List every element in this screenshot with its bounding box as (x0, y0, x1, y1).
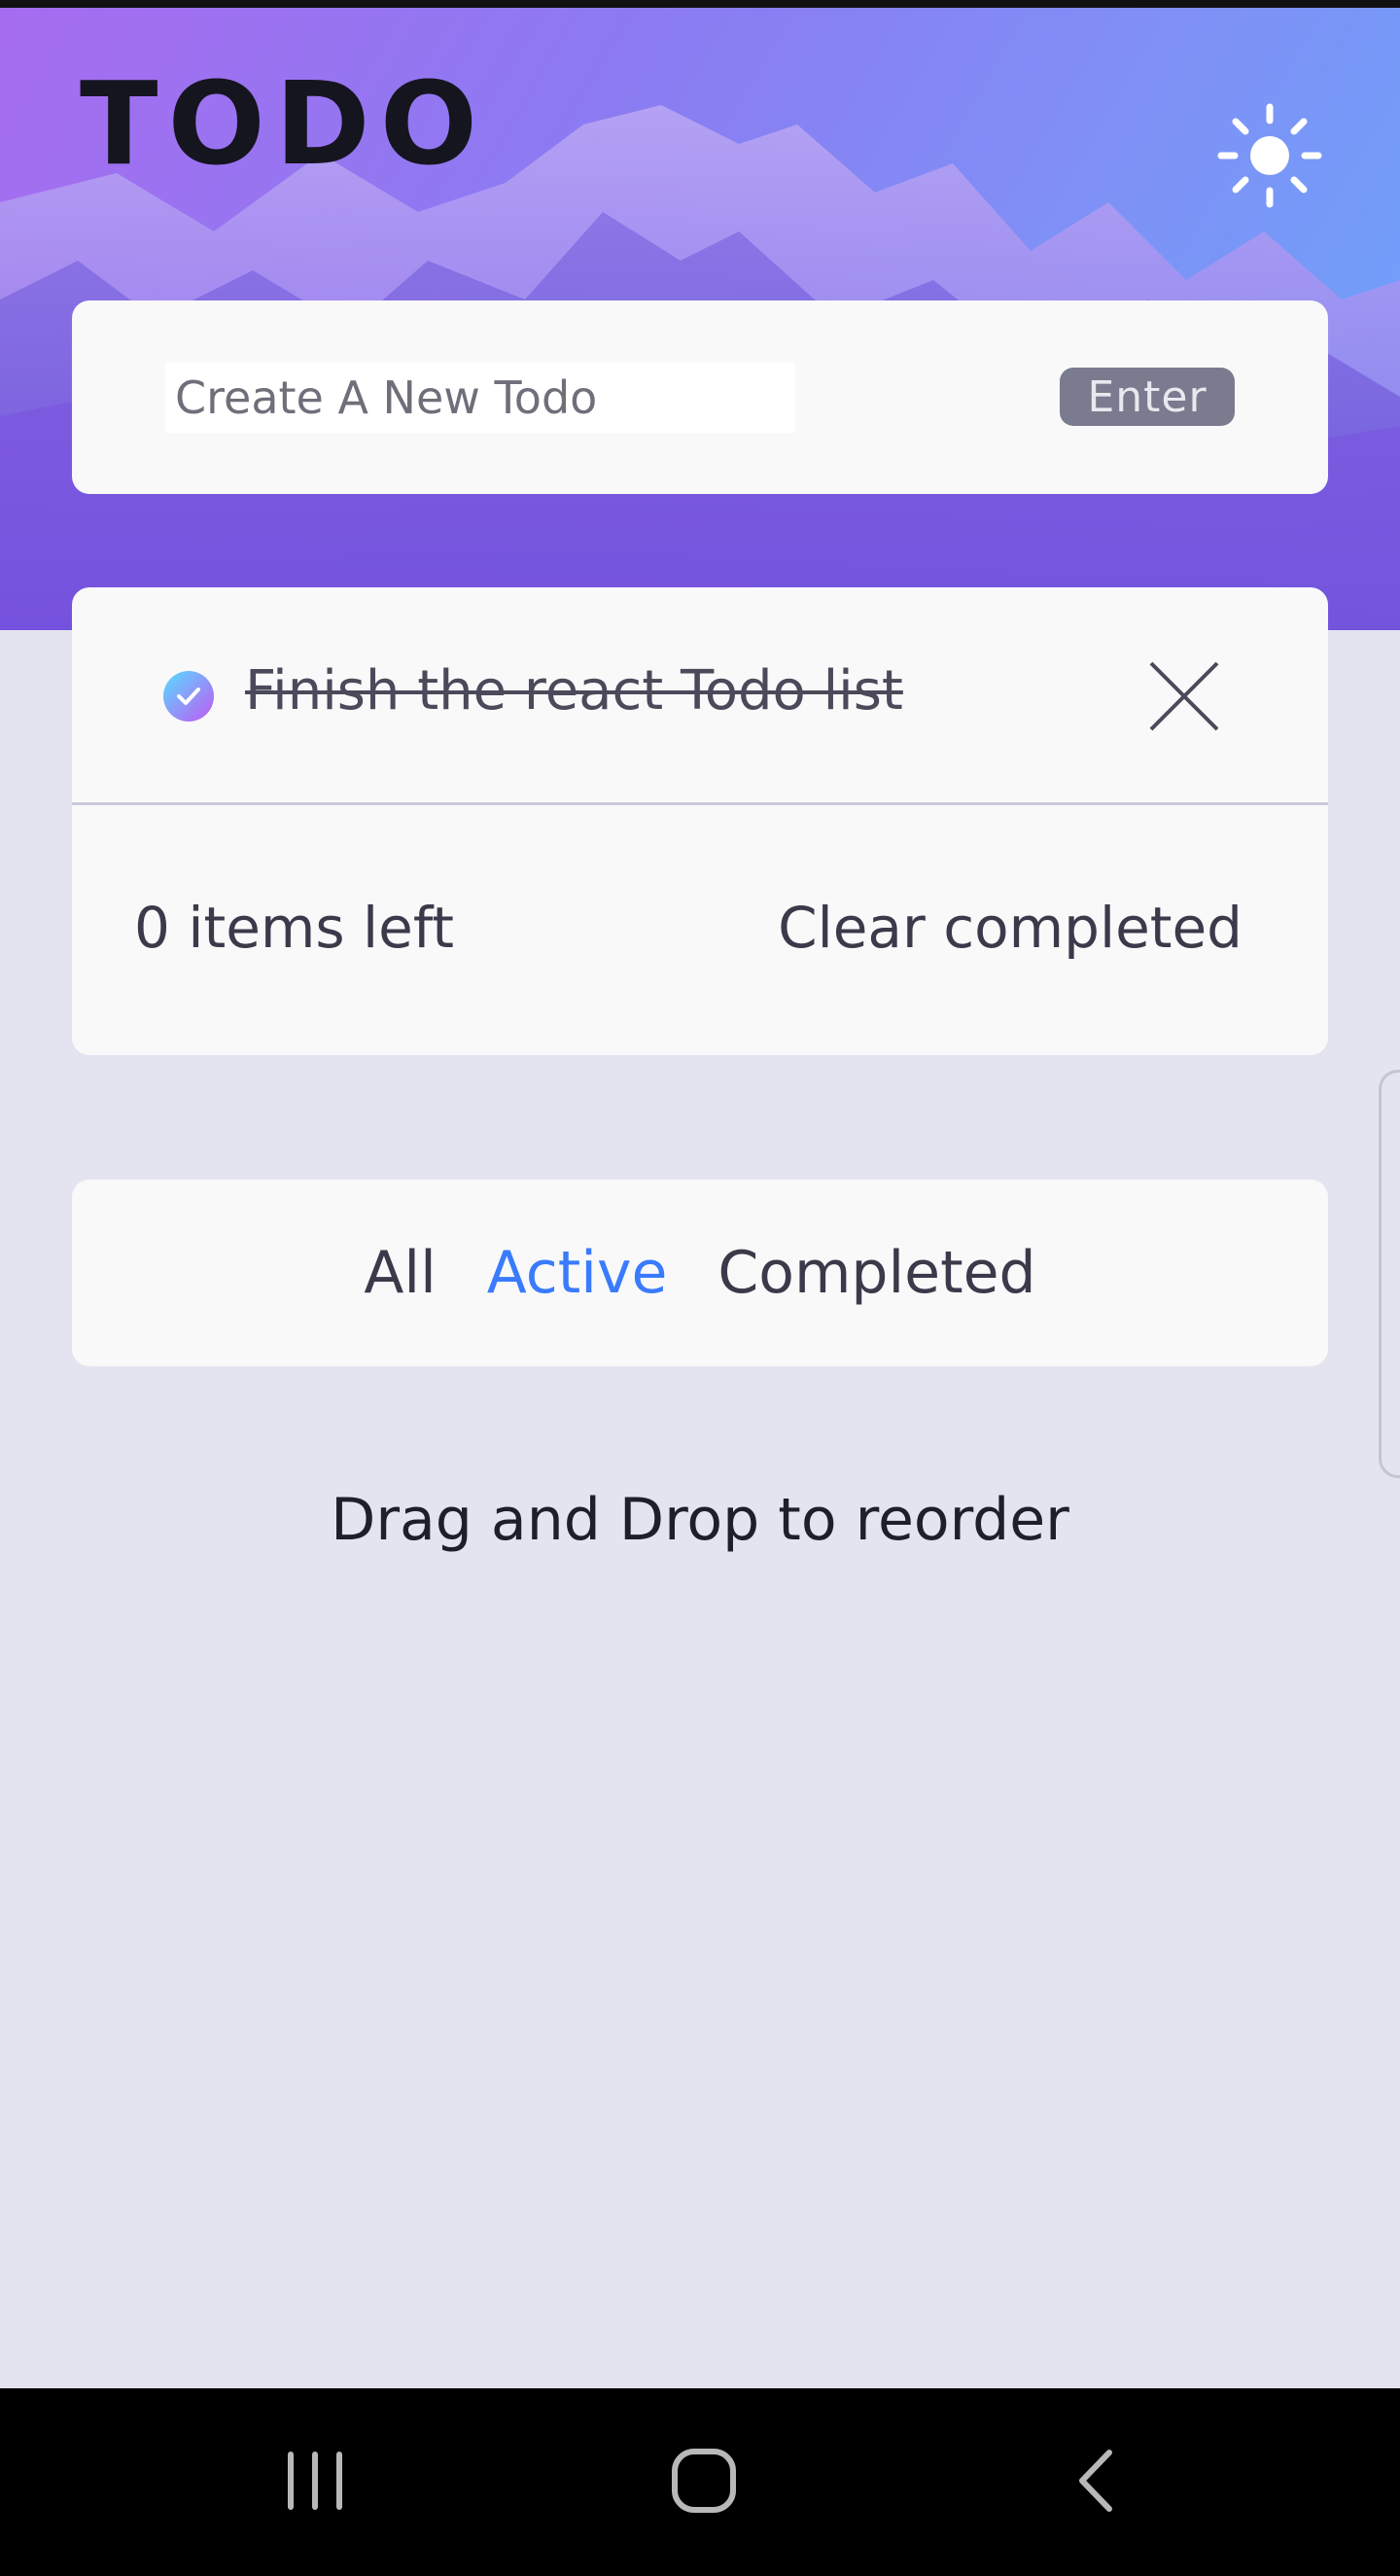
recents-icon (288, 2452, 342, 2510)
status-bar (0, 0, 1400, 8)
todo-item-text: Finish the react Todo list (245, 659, 903, 723)
home-icon (672, 2449, 736, 2513)
filter-completed[interactable]: Completed (718, 1239, 1035, 1307)
back-button[interactable] (1038, 2427, 1155, 2534)
edge-panel-handle[interactable] (1379, 1070, 1400, 1478)
new-todo-card: Enter (72, 300, 1328, 494)
filter-active[interactable]: Active (487, 1239, 668, 1307)
delete-todo-button[interactable] (1136, 648, 1233, 745)
filter-all[interactable]: All (364, 1239, 436, 1307)
theme-toggle-button[interactable] (1217, 103, 1322, 208)
home-button[interactable] (646, 2427, 762, 2534)
filter-tabs: All Active Completed (72, 1180, 1328, 1366)
close-icon (1149, 661, 1219, 731)
clear-completed-button[interactable]: Clear completed (778, 895, 1242, 961)
drag-drop-hint: Drag and Drop to reorder (331, 1486, 1069, 1554)
todo-list-card: Finish the react Todo list 0 items left … (72, 587, 1328, 1055)
items-left-count: 0 items left (134, 895, 454, 961)
sun-icon (1217, 103, 1322, 208)
todo-checkbox[interactable] (163, 671, 214, 722)
filter-card: All Active Completed (72, 1180, 1328, 1366)
todo-item[interactable]: Finish the react Todo list (72, 587, 1328, 805)
back-icon (1079, 2450, 1112, 2512)
recents-button[interactable] (257, 2427, 373, 2534)
enter-button[interactable]: Enter (1060, 368, 1235, 426)
todo-app-page: TODO Enter Finis (0, 0, 1400, 2576)
system-navigation-bar (0, 2388, 1400, 2576)
checkmark-icon (177, 688, 200, 705)
app-title: TODO (80, 56, 488, 191)
new-todo-input[interactable] (165, 363, 795, 433)
